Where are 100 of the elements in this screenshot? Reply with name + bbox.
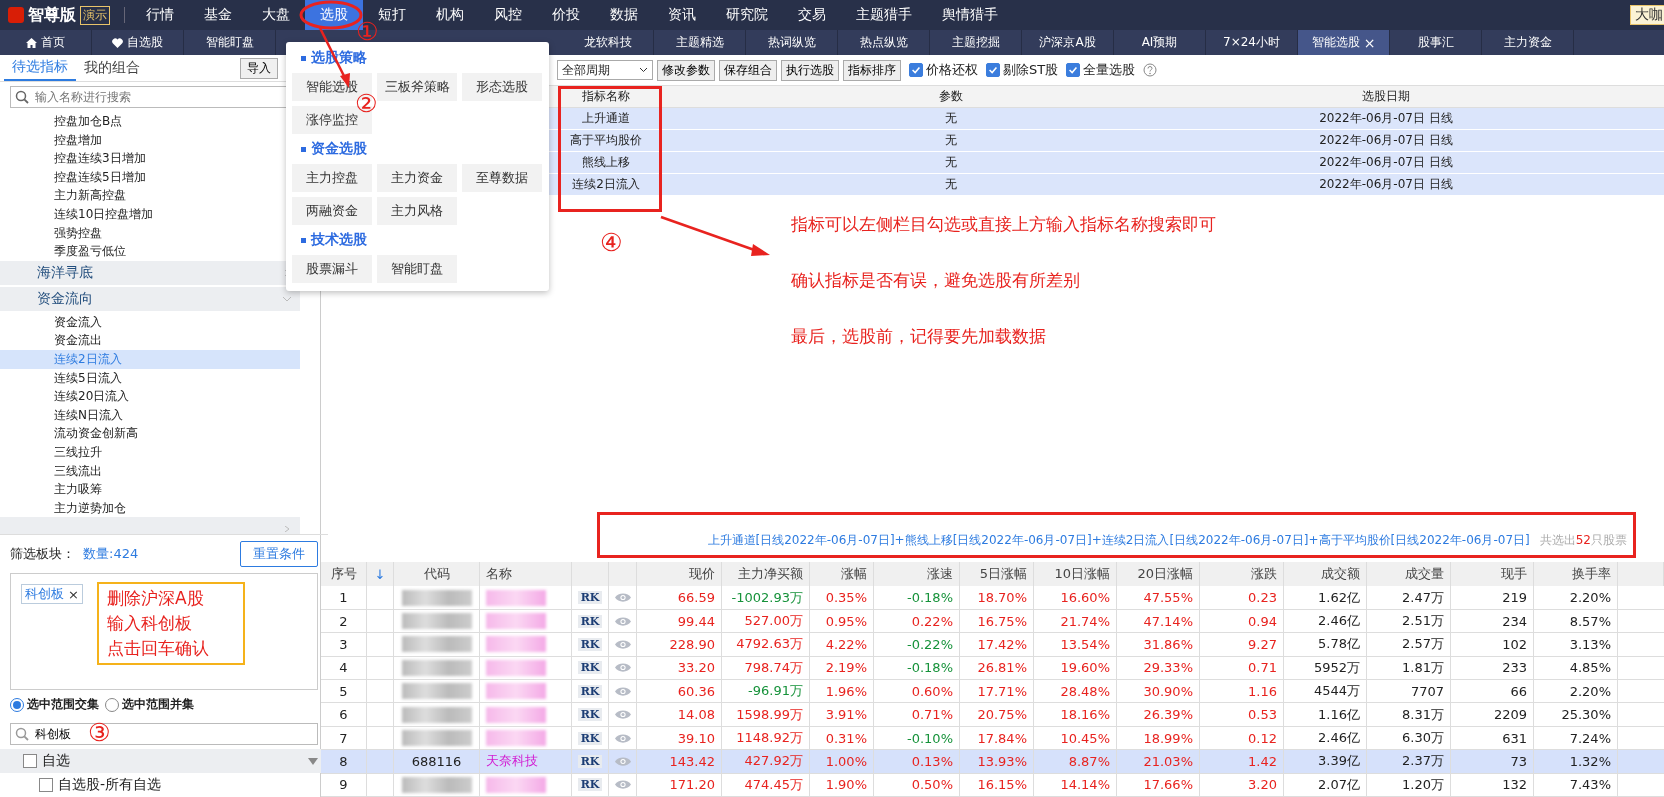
table-cell: 21.74% (1060, 613, 1110, 629)
count-label: 数量:424 (83, 545, 139, 563)
table-cell: 4.22% (825, 636, 867, 652)
table-cell: 1.42 (1248, 753, 1277, 769)
table-cell: 228.90 (669, 636, 715, 652)
table-cell: 0.13% (911, 753, 953, 769)
table-cell: 0.60% (911, 683, 953, 699)
table-cell: 39.10 (677, 730, 715, 746)
table-cell: 13.93% (977, 753, 1027, 769)
annotation-text: 确认指标是否有误，避免选股有所差别 (791, 269, 1081, 291)
table-cell: 6.30万 (1402, 729, 1444, 747)
table-cell: 8.87% (1068, 753, 1110, 769)
column-header: 选股日期 (1362, 88, 1410, 105)
table-cell: 无 (945, 110, 957, 127)
table-cell: 5.78亿 (1318, 635, 1360, 654)
formula-text: 上升通道[日线2022年-06月-07日]+熊线上移[日线2022年-06月-07日]+连续2日流入[日线2022年-06月-07日]+高于平均股价[日线2022年-06月-07日] (707, 532, 1530, 550)
table-cell: 25.30% (1561, 707, 1611, 723)
table-cell: 2022年-06月-07日 日线 (1319, 132, 1453, 149)
table-cell: 5952万 (1313, 658, 1360, 677)
table-cell: 2022年-06月-07日 日线 (1319, 176, 1453, 193)
table-cell: 0.22% (911, 613, 953, 629)
table-cell: 2.37万 (1402, 752, 1444, 771)
result-count-text: 共选出52只股票 (1539, 532, 1627, 550)
table-cell: 1.16 (1248, 683, 1277, 699)
annotation-text: 指标可以左侧栏目勾选或直接上方输入指标名称搜索即可 (791, 213, 1216, 235)
table-cell: 1.96% (825, 683, 867, 699)
table-cell: 26.39% (1143, 707, 1193, 723)
table-cell: 0.95% (825, 613, 867, 629)
table-cell: 无 (945, 176, 957, 193)
table-cell: 7.24% (1569, 730, 1611, 746)
table-cell: 3.20 (1248, 777, 1277, 793)
table-cell: 0.71% (911, 707, 953, 723)
table-cell: 8.31万 (1402, 705, 1444, 724)
table-cell: 3.91% (825, 707, 867, 723)
row-number: 3 (339, 636, 348, 652)
table-cell: 无 (945, 132, 957, 149)
table-cell: 66 (1510, 683, 1527, 699)
menu-section-title: 技术选股 (292, 228, 543, 252)
table-cell: 0.53 (1248, 707, 1277, 723)
table-cell: -0.18% (907, 590, 953, 606)
table-cell: 17.66% (1143, 777, 1193, 793)
table-cell: 16.60% (1060, 590, 1110, 606)
table-cell: 60.36 (677, 683, 715, 699)
step-marker: ④ (600, 230, 623, 255)
table-cell: 20.75% (977, 707, 1027, 723)
table-cell: 3.39亿 (1318, 752, 1360, 771)
table-cell: -0.22% (907, 636, 953, 652)
table-cell: 0.31% (825, 730, 867, 746)
table-cell: 26.81% (977, 660, 1027, 676)
table-cell: 427.92万 (744, 752, 803, 771)
table-cell: 2.20% (1569, 683, 1611, 699)
table-cell: 33.20 (677, 660, 715, 676)
table-cell: 18.99% (1143, 730, 1193, 746)
table-cell: 9.27 (1248, 636, 1277, 652)
step-marker: ③ (88, 720, 111, 745)
table-cell: 29.33% (1143, 660, 1193, 676)
filter-label: 筛选板块： (10, 545, 75, 563)
table-cell: 1.32% (1569, 753, 1611, 769)
table-cell: 0.94 (1248, 613, 1277, 629)
table-cell: 2209 (1493, 707, 1527, 723)
table-cell: 2022年-06月-07日 日线 (1319, 154, 1453, 171)
table-cell: 219 (1502, 590, 1527, 606)
table-cell: 0.23 (1248, 590, 1277, 606)
table-cell: 0.50% (911, 777, 953, 793)
table-cell: 1.16亿 (1318, 705, 1360, 724)
table-cell: 132 (1502, 777, 1527, 793)
table-cell: 14.08 (677, 707, 715, 723)
table-cell: -1002.93万 (731, 588, 803, 607)
row-number: 5 (339, 683, 348, 699)
table-cell: 2.07亿 (1318, 775, 1360, 794)
table-cell: 18.70% (977, 590, 1027, 606)
table-cell: 2022年-06月-07日 日线 (1319, 110, 1453, 127)
table-cell: 4792.63万 (736, 635, 803, 654)
table-cell: 143.42 (669, 753, 715, 769)
table-cell: 14.14% (1060, 777, 1110, 793)
table-cell: 7.43% (1569, 777, 1611, 793)
table-cell: 1.81万 (1402, 658, 1444, 677)
annotation-text: 最后，选股前，记得要先加载数据 (791, 325, 1047, 347)
table-cell: 17.84% (977, 730, 1027, 746)
table-cell: -96.91万 (748, 682, 803, 701)
table-cell: -0.10% (907, 730, 953, 746)
table-cell: 7707 (1410, 683, 1444, 699)
table-cell: 21.03% (1143, 753, 1193, 769)
table-cell: 1.62亿 (1318, 588, 1360, 607)
row-number: 7 (339, 730, 348, 746)
table-cell: 17.42% (977, 636, 1027, 652)
table-cell: 2.46亿 (1318, 729, 1360, 747)
table-cell: 无 (945, 154, 957, 171)
table-cell: 527.00万 (744, 612, 803, 631)
table-cell: 16.75% (977, 613, 1027, 629)
table-cell: 0.35% (825, 590, 867, 606)
table-cell: 2.51万 (1402, 612, 1444, 631)
table-cell: 4544万 (1313, 682, 1360, 701)
table-cell: 2.46亿 (1318, 612, 1360, 631)
table-cell: 10.45% (1060, 730, 1110, 746)
table-cell: 4.85% (1569, 660, 1611, 676)
table-cell: 1.90% (825, 777, 867, 793)
table-cell: 2.19% (825, 660, 867, 676)
app-logo: 智尊版 (28, 4, 76, 26)
annotation-note: 删除沪深A股 输入科创板 点击回车确认 (96, 582, 245, 665)
